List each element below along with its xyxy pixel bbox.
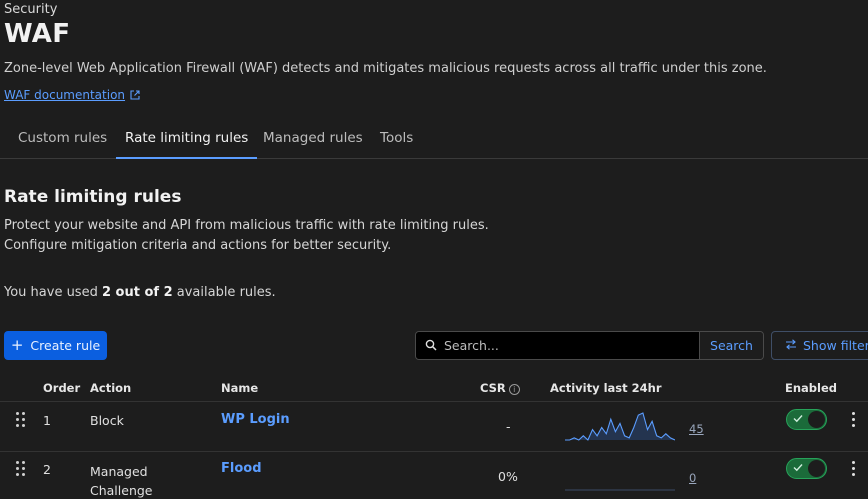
search-group: Search — [415, 331, 764, 360]
rule-order: 2 — [43, 462, 51, 477]
tab-tools[interactable]: Tools — [371, 120, 422, 159]
rate-limiting-title: Rate limiting rules — [4, 187, 182, 207]
external-link-icon — [130, 90, 140, 100]
create-rule-button[interactable]: + Create rule — [4, 331, 107, 360]
show-filters-label: Show filters — [803, 338, 868, 353]
more-options-icon[interactable] — [851, 461, 857, 477]
search-icon — [425, 336, 437, 355]
rule-csr: 0% — [498, 469, 518, 484]
swap-arrows-icon — [785, 338, 797, 353]
check-icon — [793, 464, 803, 472]
tab-custom-rules[interactable]: Custom rules — [9, 120, 116, 159]
rule-action: Block — [90, 413, 124, 428]
search-button[interactable]: Search — [700, 332, 763, 359]
column-header-name: Name — [221, 381, 259, 395]
sparkline-area — [565, 413, 675, 440]
activity-count-link[interactable]: 0 — [689, 471, 696, 485]
column-header-enabled: Enabled — [785, 381, 838, 395]
plus-icon: + — [10, 335, 24, 354]
tab-bar: Custom rules Rate limiting rules Managed… — [0, 120, 868, 159]
activity-sparkline — [565, 412, 675, 441]
rule-action: Managed Challenge — [90, 464, 153, 498]
search-field — [416, 332, 700, 359]
rate-limiting-description: Protect your website and API from malici… — [4, 218, 489, 253]
drag-handle-icon[interactable] — [16, 461, 26, 477]
activity-count-link[interactable]: 45 — [689, 422, 704, 436]
rule-name-link[interactable]: Flood — [221, 461, 262, 476]
tab-rate-limiting-rules[interactable]: Rate limiting rules — [116, 120, 258, 159]
drag-handle-icon[interactable] — [16, 412, 26, 428]
doc-link-label: WAF documentation — [4, 88, 126, 102]
rules-usage-text: You have used 2 out of 2 available rules… — [4, 285, 276, 300]
tab-managed-rules[interactable]: Managed rules — [254, 120, 372, 159]
page-description: Zone-level Web Application Firewall (WAF… — [4, 61, 767, 76]
column-header-order: Order — [43, 381, 81, 395]
page-title: WAF — [4, 19, 71, 49]
show-filters-button[interactable]: Show filters — [771, 331, 868, 360]
rules-usage-count: 2 out of 2 — [101, 285, 173, 300]
search-input[interactable] — [444, 338, 684, 353]
rule-order: 1 — [43, 413, 51, 428]
rule-csr: - — [506, 419, 511, 434]
enabled-toggle[interactable] — [786, 409, 827, 430]
table-row: 1 Block WP Login - 45 — [0, 401, 868, 451]
toggle-knob — [808, 460, 825, 477]
info-icon[interactable]: i — [508, 384, 520, 395]
column-header-activity: Activity last 24hr — [550, 381, 662, 395]
check-icon — [793, 415, 803, 423]
waf-documentation-link[interactable]: WAF documentation — [4, 88, 140, 102]
toggle-knob — [808, 411, 825, 428]
table-row: 2 Managed Challenge Flood 0% 0 — [0, 451, 868, 499]
column-header-csr: CSR i — [480, 381, 520, 395]
rule-name-link[interactable]: WP Login — [221, 412, 290, 427]
column-header-action: Action — [90, 381, 132, 395]
more-options-icon[interactable] — [851, 412, 857, 428]
enabled-toggle[interactable] — [786, 458, 827, 479]
activity-sparkline — [565, 489, 675, 491]
create-rule-label: Create rule — [30, 338, 101, 353]
section-label: Security — [4, 2, 58, 17]
